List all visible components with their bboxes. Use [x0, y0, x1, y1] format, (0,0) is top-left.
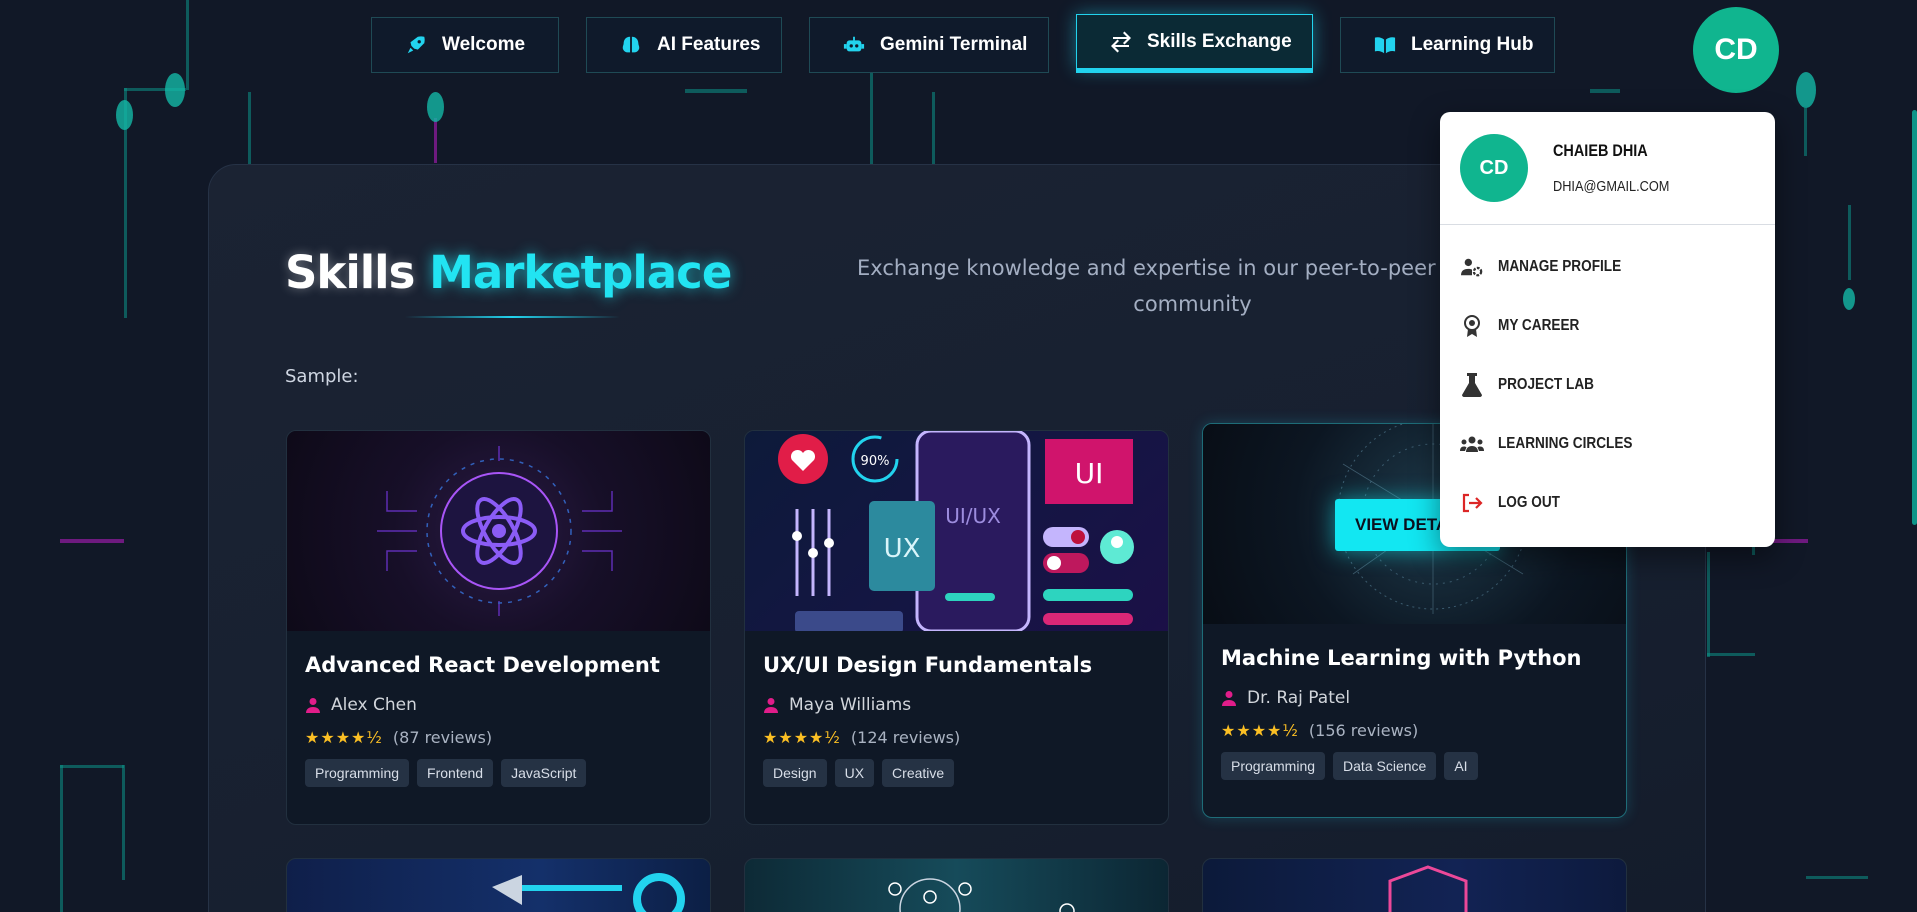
card-author: Alex Chen	[305, 695, 692, 715]
menu-item-label: Project Lab	[1498, 376, 1594, 393]
tag[interactable]: Programming	[1221, 752, 1326, 780]
title-underline	[405, 316, 620, 318]
card-image-uiux: 90% UX UI/UX UI	[745, 431, 1168, 631]
author-name: Dr. Raj Patel	[1247, 688, 1351, 708]
top-nav: Welcome AI Features Gemini Terminal Skil…	[0, 7, 1917, 93]
book-open-icon	[1373, 33, 1397, 57]
skill-card-partial[interactable]	[286, 858, 711, 912]
user-menu-header: CD Chaieb Dhia dhia@gmail.com	[1440, 112, 1775, 225]
card-title: Advanced React Development	[305, 653, 660, 677]
card-tags: Programming Data Science AI	[1221, 752, 1608, 780]
card-tags: Programming Frontend JavaScript	[305, 759, 692, 787]
tag[interactable]: Programming	[305, 759, 410, 787]
robot-icon	[842, 33, 866, 57]
percent-text: 90%	[861, 454, 890, 469]
skill-card[interactable]: 90% UX UI/UX UI UX/UI Design Fundamental…	[744, 430, 1169, 825]
user-icon	[1222, 691, 1236, 706]
tab-skills-exchange[interactable]: Skills Exchange	[1076, 14, 1313, 69]
menu-item-manage-profile[interactable]: Manage Profile	[1440, 242, 1775, 292]
sample-label: Sample:	[285, 366, 359, 387]
tag[interactable]: Design	[763, 759, 827, 787]
card-author: Maya Williams	[763, 695, 1150, 715]
ux-text: UX	[884, 534, 921, 564]
exchange-icon	[1109, 30, 1133, 54]
card-title: UX/UI Design Fundamentals	[763, 653, 1093, 677]
menu-item-my-career[interactable]: My Career	[1440, 301, 1775, 351]
skill-card-partial[interactable]	[744, 858, 1169, 912]
user-icon	[764, 698, 778, 713]
card-rating: ★★★★½ (156 reviews)	[1221, 721, 1608, 740]
author-name: Alex Chen	[331, 695, 417, 715]
tab-label: Welcome	[442, 34, 526, 55]
tag[interactable]: Frontend	[417, 759, 494, 787]
tab-ai-features[interactable]: AI Features	[586, 17, 782, 73]
user-menu-dropdown: CD Chaieb Dhia dhia@gmail.com Manage Pro…	[1440, 112, 1775, 547]
card-title: Machine Learning with Python	[1221, 646, 1582, 670]
tag[interactable]: UX	[834, 759, 875, 787]
logout-icon	[1460, 491, 1484, 515]
user-name: Chaieb Dhia	[1553, 141, 1648, 160]
tab-label: AI Features	[657, 34, 761, 55]
star-rating: ★★★★½	[1221, 721, 1299, 740]
tag[interactable]: Creative	[882, 759, 955, 787]
award-icon	[1460, 314, 1484, 338]
card-rating: ★★★★½ (87 reviews)	[305, 728, 692, 747]
rocket-icon	[404, 33, 428, 57]
menu-item-label: Log Out	[1498, 494, 1560, 511]
author-name: Maya Williams	[789, 695, 912, 715]
review-count: (156 reviews)	[1308, 721, 1419, 740]
tag[interactable]: Data Science	[1333, 752, 1437, 780]
page-title: Skills Marketplace	[285, 246, 732, 299]
user-email: dhia@gmail.com	[1553, 178, 1670, 195]
star-rating: ★★★★½	[305, 728, 383, 747]
card-image-react	[287, 431, 710, 631]
skill-card[interactable]: Advanced React Development Alex Chen ★★★…	[286, 430, 711, 825]
review-count: (124 reviews)	[850, 728, 961, 747]
review-count: (87 reviews)	[392, 728, 493, 747]
tab-learning-hub[interactable]: Learning Hub	[1340, 17, 1555, 73]
tag[interactable]: AI	[1444, 752, 1478, 780]
ui-text: UI	[1075, 457, 1104, 490]
tab-label: Skills Exchange	[1147, 30, 1292, 52]
uiux-text: UI/UX	[945, 504, 1001, 528]
tab-label: Gemini Terminal	[880, 34, 1028, 55]
title-part1: Skills	[285, 246, 415, 299]
tab-gemini-terminal[interactable]: Gemini Terminal	[809, 17, 1049, 73]
flask-icon	[1460, 373, 1484, 397]
tag[interactable]: JavaScript	[501, 759, 587, 787]
menu-item-label: Manage Profile	[1498, 258, 1622, 275]
user-icon	[306, 698, 320, 713]
skill-card-partial[interactable]	[1202, 858, 1627, 912]
user-gear-icon	[1460, 255, 1484, 279]
card-rating: ★★★★½ (124 reviews)	[763, 728, 1150, 747]
tab-label: Learning Hub	[1411, 34, 1534, 55]
brain-icon	[619, 33, 643, 57]
star-rating: ★★★★½	[763, 728, 841, 747]
card-tags: Design UX Creative	[763, 759, 1150, 787]
menu-item-label: My Career	[1498, 317, 1580, 334]
title-part2: Marketplace	[429, 246, 732, 299]
menu-item-log-out[interactable]: Log Out	[1440, 478, 1775, 528]
menu-item-project-lab[interactable]: Project Lab	[1440, 360, 1775, 410]
users-icon	[1460, 432, 1484, 456]
avatar: CD	[1460, 134, 1528, 202]
user-avatar-button[interactable]: CD	[1693, 7, 1779, 93]
menu-item-label: Learning Circles	[1498, 435, 1633, 452]
tab-welcome[interactable]: Welcome	[371, 17, 559, 73]
menu-item-learning-circles[interactable]: Learning Circles	[1440, 419, 1775, 469]
card-author: Dr. Raj Patel	[1221, 688, 1608, 708]
